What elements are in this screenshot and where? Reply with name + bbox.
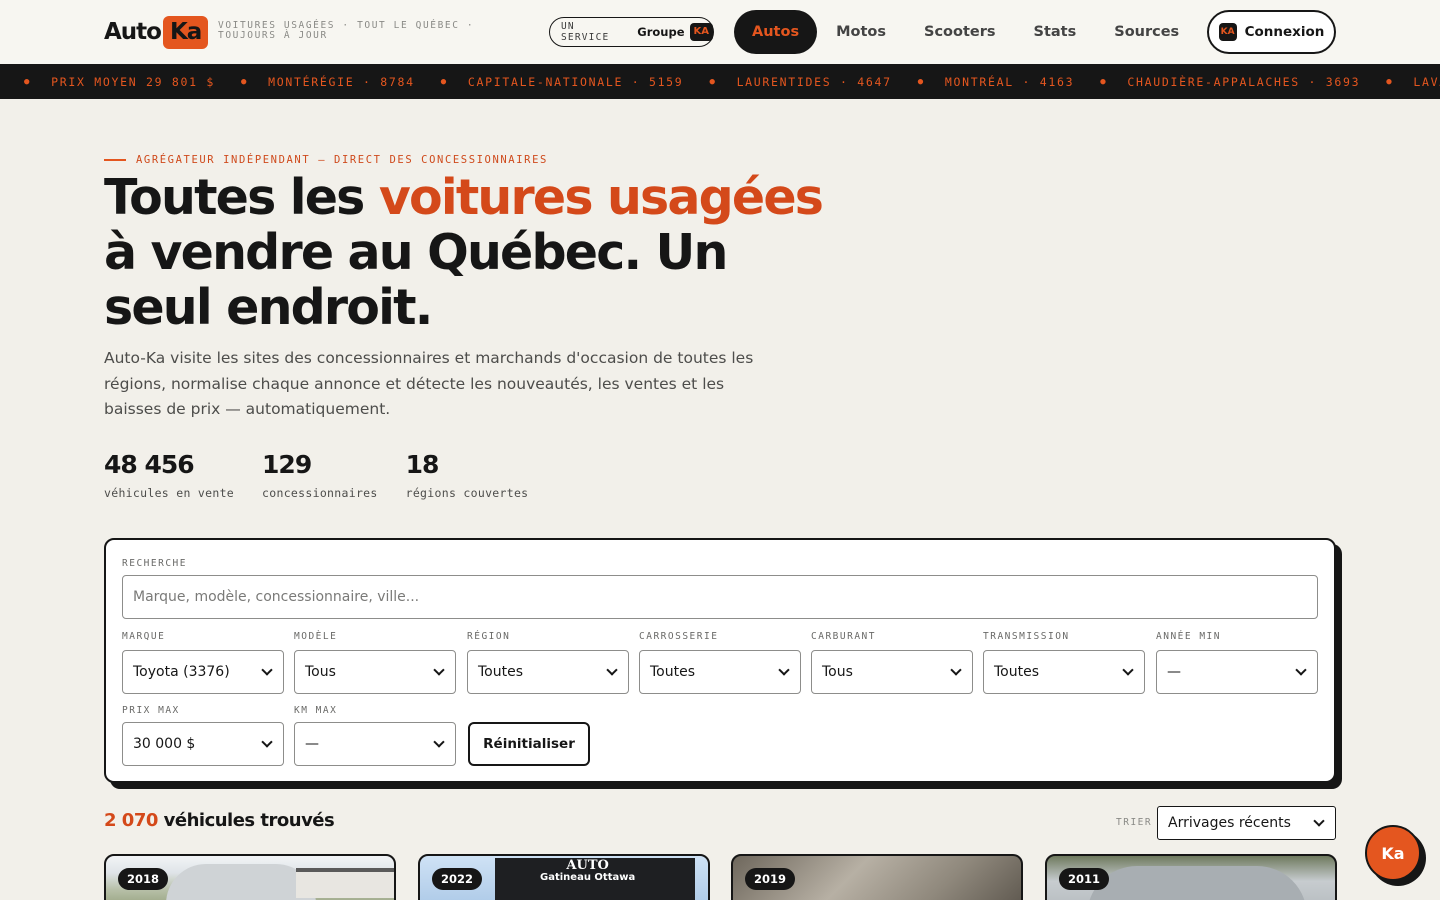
groupe-label: Groupe	[637, 25, 685, 39]
chevron-down-icon	[433, 735, 445, 748]
filter-panel: RECHERCHE MARQUE Toyota (3376) MODÈLE To…	[104, 538, 1336, 783]
bullet-icon: ●	[709, 76, 717, 87]
hero-eyebrow: AGRÉGATEUR INDÉPENDANT — DIRECT DES CONC…	[104, 154, 548, 166]
car-photo	[166, 864, 316, 900]
ticker-item: ● MONTRÉAL · 4163	[917, 74, 1075, 89]
annee-min-label: ANNÉE MIN	[1156, 631, 1221, 642]
hero-lead: Auto-Ka visite les sites des concessionn…	[104, 349, 754, 418]
login-label: Connexion	[1244, 24, 1325, 40]
nav-sources[interactable]: Sources	[1095, 10, 1189, 54]
year-badge: 2018	[118, 868, 169, 890]
reset-button[interactable]: Réinitialiser	[468, 722, 590, 766]
hero-headline: Toutes les voitures usagées à vendre au …	[104, 169, 824, 336]
region-ticker: ● PRIX MOYEN 29 801 $ ● MONTÉRÉGIE · 8784 …	[0, 64, 1440, 99]
stat-dealers: 129 concessionnaires	[262, 450, 378, 500]
marque-select[interactable]: Toyota (3376)	[122, 650, 284, 694]
search-label: RECHERCHE	[122, 558, 187, 569]
groupe-ka-badge[interactable]: UN SERVICE Groupe KA	[549, 17, 714, 47]
site-header: Auto Ka VOITURES USAGÉES · TOUT LE QUÉBE…	[0, 0, 1440, 64]
transmission-label: TRANSMISSION	[983, 631, 1070, 642]
stat-regions: 18 régions couvertes	[406, 450, 529, 500]
ka-badge-icon: KA	[1218, 23, 1237, 41]
region-select[interactable]: Toutes	[467, 650, 629, 694]
search-input[interactable]	[122, 575, 1318, 619]
ticker-item: ● CHAUDIÈRE-APPALACHES · 3693	[1100, 74, 1361, 89]
bullet-icon: ●	[240, 76, 249, 87]
stat-label: régions couvertes	[405, 486, 529, 500]
results-number: 2 070	[104, 810, 158, 831]
sort-select[interactable]: Arrivages récents	[1157, 806, 1336, 840]
chevron-down-icon	[778, 663, 790, 676]
carrosserie-label: CARROSSERIE	[639, 631, 719, 642]
vehicle-card[interactable]: 2019	[731, 854, 1023, 900]
km-max-select[interactable]: —	[294, 722, 456, 766]
vehicle-card[interactable]: AUTO Gatineau Ottawa 2022	[418, 854, 710, 900]
carrosserie-select[interactable]: Toutes	[639, 650, 801, 694]
chevron-down-icon	[261, 735, 273, 748]
nav-motos[interactable]: Motos	[817, 10, 905, 54]
annee-min-select[interactable]: —	[1156, 650, 1318, 694]
km-max-label: KM MAX	[294, 705, 338, 716]
ticker-item: ● LAURENTIDES · 4647	[709, 74, 892, 89]
marque-label: MARQUE	[122, 631, 166, 642]
sort-label: TRIER	[1116, 817, 1153, 828]
car-photo-background	[296, 868, 394, 898]
car-photo	[1087, 866, 1307, 900]
chat-fab-button[interactable]: Ka	[1365, 825, 1421, 881]
modele-label: MODÈLE	[294, 631, 338, 642]
chevron-down-icon	[261, 663, 273, 676]
ticker-item: ●LAVAL · 3042	[1386, 74, 1440, 89]
carburant-label: CARBURANT	[811, 631, 876, 642]
prix-max-label: PRIX MAX	[122, 705, 180, 716]
nav-scooters[interactable]: Scooters	[905, 10, 1015, 54]
service-prefix: UN SERVICE	[561, 21, 610, 43]
year-badge: 2019	[745, 868, 796, 890]
chevron-down-icon	[606, 663, 618, 676]
logo-auto-text: Auto	[104, 19, 162, 45]
eyebrow-line	[104, 159, 126, 161]
nav-autos[interactable]: Autos	[734, 10, 818, 54]
modele-select[interactable]: Tous	[294, 650, 456, 694]
ticker-item: ● CAPITALE-NATIONALE · 5159	[440, 74, 684, 89]
ticker-item: ● MONTÉRÉGIE · 8784	[240, 74, 415, 89]
bullet-icon: ●	[1100, 76, 1108, 87]
logo-ka-badge: Ka	[162, 15, 209, 49]
bullet-icon: ●	[1386, 76, 1394, 87]
ticker-item: ● PRIX MOYEN 29 801 $	[24, 74, 215, 89]
year-badge: 2022	[432, 868, 483, 890]
stat-value: 48 456	[104, 450, 195, 479]
stats-row: 48 456 véhicules en vente 129 concession…	[104, 450, 556, 500]
login-button[interactable]: KA Connexion	[1207, 10, 1336, 54]
results-count: 2 070 véhicules trouvés	[104, 810, 335, 831]
stat-vehicles: 48 456 véhicules en vente	[104, 450, 234, 500]
bullet-icon: ●	[440, 76, 448, 87]
chevron-down-icon	[433, 663, 445, 676]
logo[interactable]: Auto Ka	[104, 14, 209, 50]
transmission-select[interactable]: Toutes	[983, 650, 1145, 694]
ka-mini-logo: KA	[689, 23, 713, 41]
region-label: RÉGION	[467, 631, 511, 642]
stat-label: véhicules en vente	[104, 486, 235, 500]
prix-max-select[interactable]: 30 000 $	[122, 722, 284, 766]
dealer-sign: AUTO Gatineau Ottawa	[540, 858, 636, 883]
stat-label: concessionnaires	[262, 486, 378, 500]
chevron-down-icon	[1313, 814, 1325, 827]
chevron-down-icon	[950, 663, 962, 676]
eyebrow-text: AGRÉGATEUR INDÉPENDANT — DIRECT DES CONC…	[136, 154, 548, 166]
carburant-select[interactable]: Tous	[811, 650, 973, 694]
bullet-icon: ●	[24, 76, 32, 87]
year-badge: 2011	[1059, 868, 1110, 890]
chevron-down-icon	[1295, 663, 1307, 676]
bullet-icon: ●	[917, 76, 925, 87]
stat-value: 18	[405, 450, 440, 479]
vehicle-card[interactable]: 2018	[104, 854, 396, 900]
main-nav: Autos Motos Scooters Stats Sources Co	[734, 10, 1189, 54]
chevron-down-icon	[1122, 663, 1134, 676]
stat-value: 129	[262, 450, 312, 479]
tagline: VOITURES USAGÉES · TOUT LE QUÉBEC · TOUJ…	[218, 20, 475, 41]
vehicle-card[interactable]: 2011	[1045, 854, 1337, 900]
ticker-track: ● PRIX MOYEN 29 801 $ ● MONTÉRÉGIE · 8784 …	[24, 64, 1440, 99]
headline-accent: voitures usagées	[378, 169, 824, 226]
nav-stats[interactable]: Stats	[1015, 10, 1096, 54]
